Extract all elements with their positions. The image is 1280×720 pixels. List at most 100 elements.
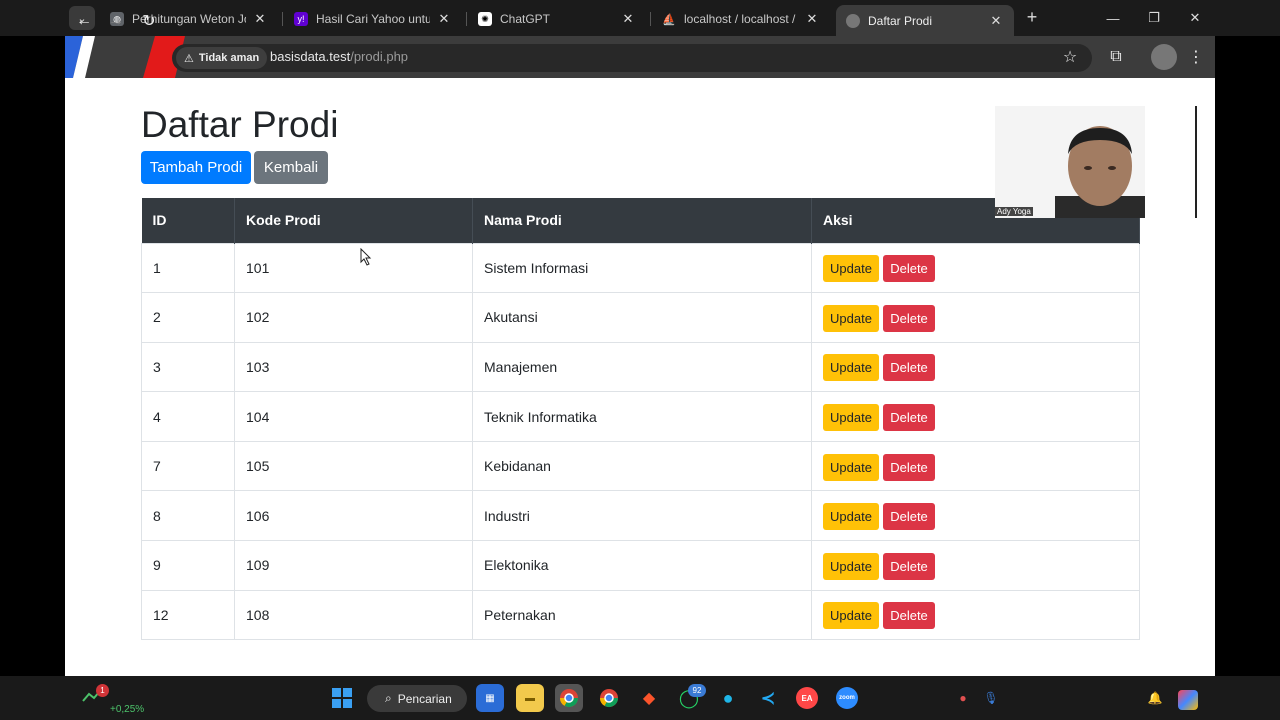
- forward-button[interactable]: →: [104, 9, 128, 33]
- table-row: 12 108 Peternakan Update Delete: [141, 589, 1140, 641]
- update-button[interactable]: Update: [823, 255, 879, 283]
- back-button[interactable]: ←: [72, 9, 96, 33]
- vscode-app[interactable]: ≺: [754, 684, 782, 712]
- delete-button[interactable]: Delete: [883, 255, 935, 283]
- plus-icon: +: [1026, 7, 1038, 27]
- table-row: 1 101 Sistem Informasi Update Delete: [141, 242, 1140, 293]
- cell-nama: Kebidanan: [472, 440, 812, 491]
- webcam-caption: Ady Yoga: [995, 207, 1033, 216]
- edge-app[interactable]: ●: [714, 684, 742, 712]
- delete-button[interactable]: Delete: [883, 354, 935, 382]
- delete-button[interactable]: Delete: [883, 552, 935, 580]
- column-header-kode: Kode Prodi: [234, 198, 473, 243]
- url-path: /prodi.php: [350, 49, 409, 64]
- file-explorer-app[interactable]: ▬: [516, 684, 544, 712]
- cell-aksi: Update Delete: [811, 341, 1140, 392]
- search-icon: ⌕: [385, 691, 392, 705]
- add-prodi-button[interactable]: Tambah Prodi: [141, 151, 251, 184]
- cell-id: 7: [141, 440, 235, 491]
- yahoo-icon: y!: [294, 12, 308, 26]
- delete-button[interactable]: Delete: [883, 453, 935, 481]
- url-text[interactable]: basisdata.test/prodi.php: [270, 49, 408, 64]
- delete-button[interactable]: Delete: [883, 404, 935, 432]
- close-icon[interactable]: ✕: [252, 11, 268, 27]
- brave-app[interactable]: ◆: [635, 684, 663, 712]
- globe-icon: [846, 13, 860, 28]
- table-header-row: ID Kode Prodi Nama Prodi Aksi: [141, 198, 1140, 243]
- update-button[interactable]: Update: [823, 354, 879, 382]
- chrome-app-active[interactable]: [555, 684, 583, 712]
- cell-nama: Manajemen: [472, 341, 812, 392]
- tab-title: Daftar Prodi: [868, 13, 933, 28]
- cell-aksi: Update Delete: [811, 490, 1140, 541]
- puzzle-icon: ⧉: [1110, 48, 1122, 65]
- update-button[interactable]: Update: [823, 602, 879, 630]
- update-button[interactable]: Update: [823, 503, 879, 531]
- delete-button[interactable]: Delete: [883, 304, 935, 332]
- cell-nama: Elektonika: [472, 540, 812, 591]
- mouse-cursor-icon: [360, 248, 372, 266]
- profile-avatar[interactable]: [1151, 44, 1177, 70]
- cell-kode: 102: [234, 292, 473, 343]
- browser-menu-button[interactable]: ⋮: [1184, 45, 1208, 69]
- update-button[interactable]: Update: [823, 304, 879, 332]
- cell-aksi: Update Delete: [811, 440, 1140, 491]
- copilot-icon[interactable]: [1178, 690, 1198, 710]
- presenter-video: [1055, 126, 1145, 218]
- update-button[interactable]: Update: [823, 404, 879, 432]
- security-indicator[interactable]: ⚠ Tidak aman: [176, 47, 268, 69]
- restore-icon: ❐: [1148, 10, 1160, 25]
- scrollbar[interactable]: [1195, 106, 1197, 218]
- back-link-button[interactable]: Kembali: [254, 151, 328, 184]
- microphone-icon[interactable]: 🎙: [983, 690, 999, 706]
- table-row: 4 104 Teknik Informatika Update Delete: [141, 391, 1140, 442]
- reload-button[interactable]: ↻: [137, 9, 161, 33]
- cell-aksi: Update Delete: [811, 589, 1140, 641]
- close-icon[interactable]: ✕: [804, 11, 820, 27]
- new-tab-button[interactable]: +: [1022, 8, 1042, 28]
- close-icon[interactable]: ✕: [620, 11, 636, 27]
- page-title: Daftar Prodi: [141, 104, 339, 145]
- ea-app[interactable]: EA: [793, 684, 821, 712]
- cell-id: 9: [141, 540, 235, 591]
- windows-start-button[interactable]: [328, 684, 356, 712]
- zoom-icon: zoom: [836, 687, 858, 709]
- tab-chatgpt[interactable]: ✺ ChatGPT ✕: [468, 4, 646, 34]
- tab-title: Hasil Cari Yahoo untuk g: [316, 12, 430, 26]
- chrome-app[interactable]: [595, 684, 623, 712]
- tab-phpmyadmin[interactable]: ⛵ localhost / localhost / ak ✕: [652, 4, 830, 34]
- delete-button[interactable]: Delete: [883, 503, 935, 531]
- warning-icon: ⚠: [184, 52, 194, 65]
- cell-id: 4: [141, 391, 235, 442]
- cell-id: 1: [141, 242, 235, 293]
- restore-button[interactable]: ❐: [1133, 0, 1175, 36]
- close-icon[interactable]: ✕: [988, 13, 1004, 29]
- cell-id: 2: [141, 292, 235, 343]
- cell-kode: 104: [234, 391, 473, 442]
- update-button[interactable]: Update: [823, 552, 879, 580]
- chatgpt-icon: ✺: [478, 12, 492, 26]
- cell-kode: 105: [234, 440, 473, 491]
- tab-yahoo[interactable]: y! Hasil Cari Yahoo untuk g ✕: [284, 4, 462, 34]
- cell-kode: 106: [234, 490, 473, 541]
- minimize-button[interactable]: —: [1092, 0, 1134, 36]
- notification-bell-icon[interactable]: 🔔: [1147, 690, 1163, 706]
- store-app[interactable]: ▦: [476, 684, 504, 712]
- extensions-button[interactable]: ⧉: [1104, 45, 1128, 69]
- delete-button[interactable]: Delete: [883, 602, 935, 630]
- recording-tray-icon[interactable]: ●: [955, 690, 971, 706]
- cell-kode: 101: [234, 242, 473, 293]
- close-window-button[interactable]: ✕: [1174, 0, 1216, 36]
- stock-widget[interactable]: 1 +0,25%: [82, 682, 152, 716]
- bookmark-button[interactable]: ☆: [1058, 45, 1082, 69]
- tab-daftar-prodi[interactable]: Daftar Prodi ✕: [836, 5, 1014, 36]
- zoom-app[interactable]: zoom: [833, 684, 861, 712]
- taskbar-search[interactable]: ⌕ Pencarian: [367, 685, 467, 712]
- cell-nama: Sistem Informasi: [472, 242, 812, 293]
- reload-icon: ↻: [142, 13, 156, 30]
- minimize-icon: —: [1106, 10, 1120, 26]
- update-button[interactable]: Update: [823, 453, 879, 481]
- tab-separator: [466, 12, 467, 26]
- tab-separator: [282, 12, 283, 26]
- close-icon[interactable]: ✕: [436, 11, 452, 27]
